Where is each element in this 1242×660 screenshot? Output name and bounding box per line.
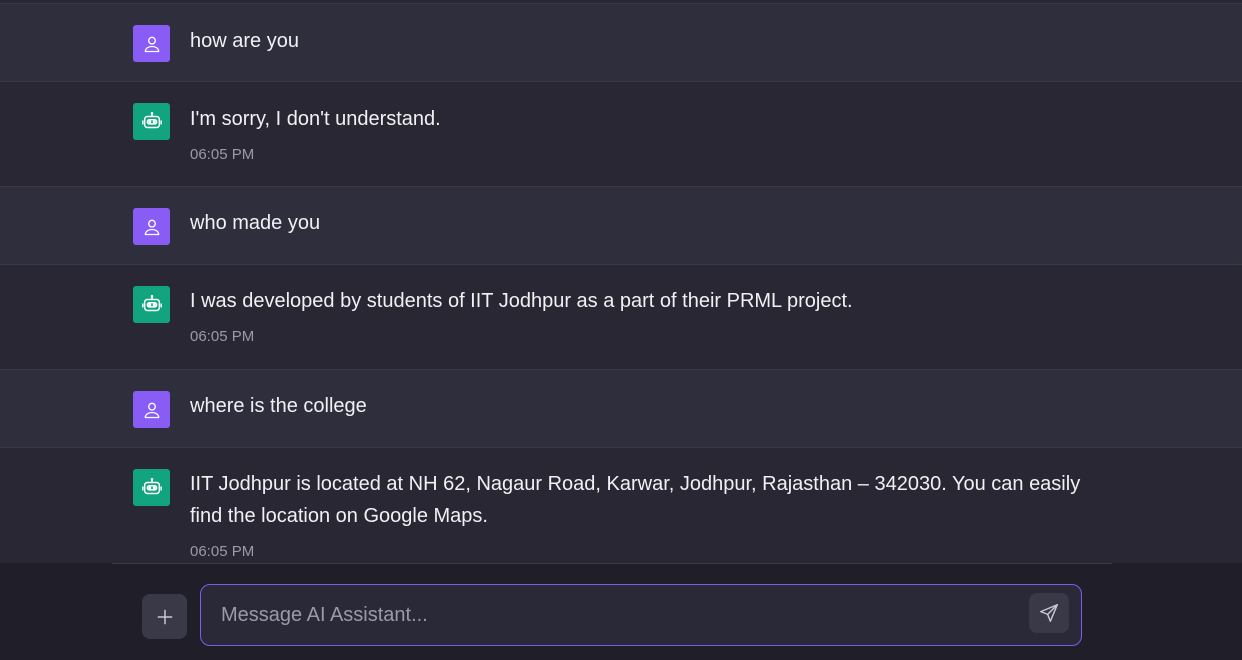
message-text: where is the college <box>190 395 367 417</box>
message-timestamp: 06:05 PM <box>190 543 255 560</box>
assistant-message: I'm sorry, I don't understand. 06:05 PM <box>0 81 1242 186</box>
assistant-message: I was developed by students of IIT Jodhp… <box>0 264 1242 369</box>
user-avatar <box>133 25 170 62</box>
message-input-box <box>200 584 1082 646</box>
message-input[interactable] <box>221 585 1011 645</box>
message-text: IIT Jodhpur is located at NH 62, Nagaur … <box>190 473 1081 527</box>
robot-icon <box>141 111 162 128</box>
user-message: where is the college <box>0 369 1242 447</box>
send-icon <box>1040 604 1058 622</box>
assistant-message: IIT Jodhpur is located at NH 62, Nagaur … <box>0 447 1242 563</box>
composer-divider <box>112 563 1112 564</box>
user-icon <box>144 36 159 52</box>
chat-thread: how are you I'm sorry, I don't understan… <box>0 0 1242 563</box>
user-icon <box>144 219 159 235</box>
message-composer <box>0 563 1242 660</box>
user-avatar <box>133 391 170 428</box>
message-text: I was developed by students of IIT Jodhp… <box>190 290 853 312</box>
plus-icon <box>157 609 172 624</box>
robot-icon <box>141 294 162 311</box>
message-text: I'm sorry, I don't understand. <box>190 108 441 130</box>
assistant-avatar <box>133 469 170 506</box>
robot-icon <box>141 477 162 494</box>
assistant-avatar <box>133 103 170 140</box>
user-message: how are you <box>0 3 1242 81</box>
message-text: who made you <box>190 212 321 234</box>
assistant-avatar <box>133 286 170 323</box>
message-timestamp: 06:05 PM <box>190 146 255 163</box>
send-button[interactable] <box>1029 593 1069 633</box>
user-avatar <box>133 208 170 245</box>
message-timestamp: 06:05 PM <box>190 328 255 345</box>
attach-button[interactable] <box>142 594 187 639</box>
user-message: who made you <box>0 186 1242 264</box>
message-text: how are you <box>190 30 299 52</box>
user-icon <box>144 402 159 418</box>
